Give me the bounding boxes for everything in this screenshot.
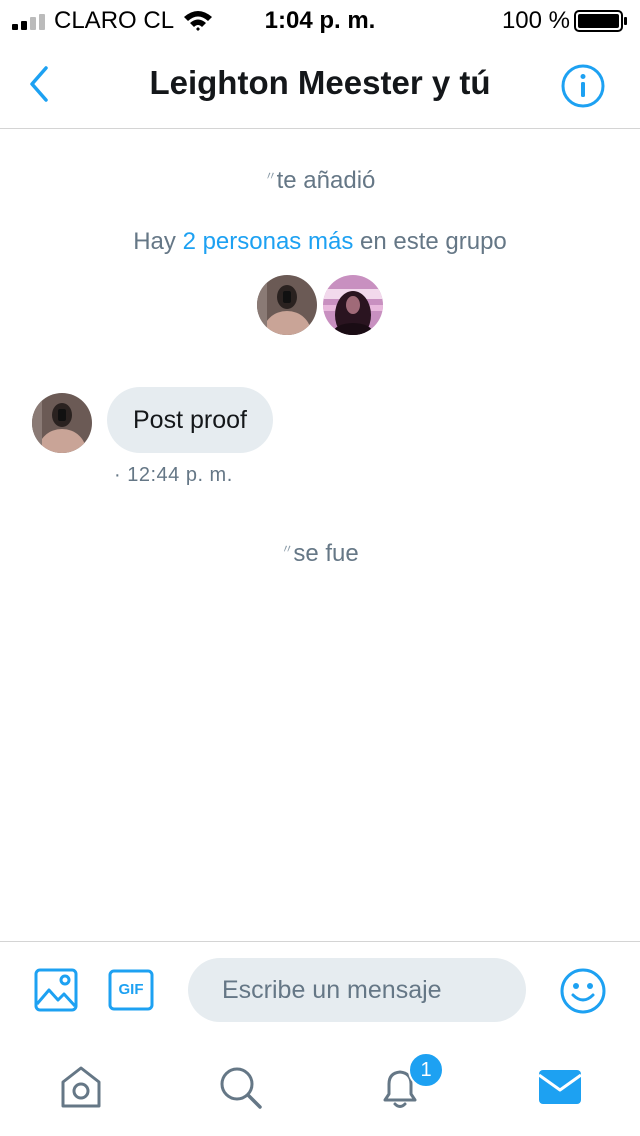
battery-icon xyxy=(574,10,627,32)
participants-prefix: Hay xyxy=(133,228,176,255)
message-composer: GIF xyxy=(0,941,640,1036)
participants-link[interactable]: 2 personas más xyxy=(183,228,354,255)
gif-label: GIF xyxy=(118,981,144,998)
tick-mark-icon: 〃 xyxy=(264,169,277,183)
bottom-tab-bar xyxy=(0,1036,640,1136)
search-icon[interactable] xyxy=(215,1062,265,1112)
added-notice-text: te añadió xyxy=(276,167,376,194)
messages-envelope-icon[interactable] xyxy=(535,1062,585,1112)
participants-suffix: en este grupo xyxy=(360,228,507,255)
added-notice: 〃te añadió xyxy=(0,167,640,195)
left-notice: 〃se fue xyxy=(0,540,640,568)
conversation-title: Leighton Meester y tú xyxy=(149,64,491,101)
emoji-icon[interactable] xyxy=(559,967,607,1015)
participant-avatar[interactable] xyxy=(257,275,317,335)
info-button[interactable] xyxy=(560,63,606,109)
status-bar: CLARO CL 1:04 p. m. 100 % xyxy=(0,0,640,42)
image-icon[interactable] xyxy=(34,968,78,1012)
left-notice-text: se fue xyxy=(293,540,359,567)
back-button[interactable] xyxy=(24,62,54,106)
battery-percent: 100 % xyxy=(501,7,570,34)
gif-button[interactable]: GIF xyxy=(108,969,154,1011)
participants-summary: Hay 2 personas más en este grupo xyxy=(0,228,640,256)
tick-mark-icon: 〃 xyxy=(281,542,294,556)
conversation-header: Leighton Meester y tú xyxy=(0,42,640,129)
message-timestamp: · 12:44 p. m. xyxy=(114,464,233,486)
notifications-badge: 1 xyxy=(408,1052,444,1088)
message-input[interactable] xyxy=(188,958,526,1022)
sender-avatar[interactable] xyxy=(32,393,92,453)
home-icon[interactable] xyxy=(56,1062,106,1112)
message-bubble[interactable]: Post proof xyxy=(107,387,273,453)
participant-avatar[interactable] xyxy=(323,275,383,335)
